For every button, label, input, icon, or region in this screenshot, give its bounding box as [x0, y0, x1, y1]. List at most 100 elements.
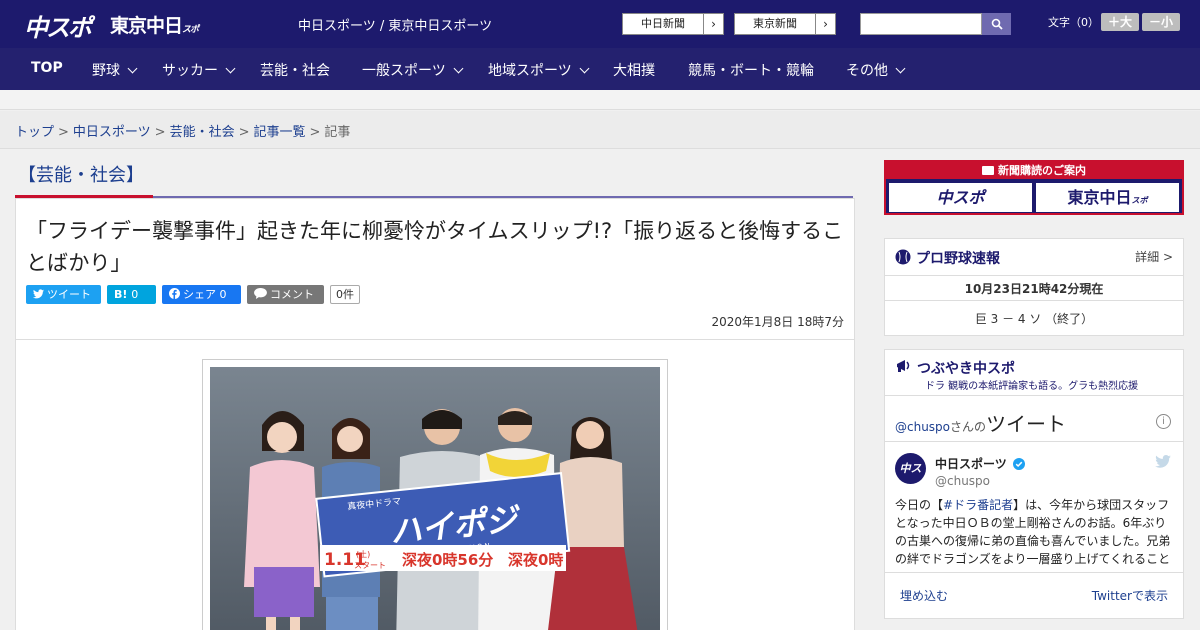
- site-header: 中スポ 東京中日スポ 中日スポーツ / 東京中日スポーツ 中日新聞 › 東京新聞…: [0, 0, 1200, 48]
- chevron-right-icon: ›: [703, 14, 723, 34]
- tweet-hashtag[interactable]: #ドラ番記者: [943, 498, 1013, 512]
- tweets-from-handle[interactable]: @chuspo: [895, 420, 950, 434]
- subscription-banner[interactable]: 新聞購読のご案内 中スポ 東京中日スポ: [884, 160, 1184, 215]
- view-on-twitter-link[interactable]: Twitterで表示: [1092, 587, 1168, 604]
- speech-bubble-icon: [254, 288, 267, 299]
- article-date: 2020年1月8日 18時7分: [711, 315, 844, 329]
- nav-general-sports-label: 一般スポーツ: [362, 63, 446, 79]
- tokyo-shimbun-label: 東京新聞: [753, 17, 797, 30]
- nav-top[interactable]: TOP: [31, 60, 63, 76]
- info-icon[interactable]: i: [1156, 414, 1171, 429]
- article-card: 「フライデー襲撃事件」起きた年に柳憂怜がタイムスリップ!?「振り返ると後悔するこ…: [15, 198, 855, 630]
- hatena-count: 0: [131, 288, 139, 301]
- font-size-label: 文字（0）: [1048, 16, 1099, 29]
- divider: [885, 300, 1183, 301]
- tsubuyaki-title: つぶやき中スポ: [917, 361, 1015, 377]
- account-name[interactable]: 中日スポーツ: [935, 455, 1025, 472]
- divider: [885, 275, 1183, 276]
- tweets-header: @chuspoさんのツイート: [895, 408, 1066, 437]
- comment-button[interactable]: コメント: [247, 285, 324, 304]
- subscription-tokyo-small: スポ: [1131, 196, 1148, 205]
- comment-count: 0件: [330, 285, 360, 304]
- nav-racing-label: 競馬・ボート・競輪: [688, 63, 814, 79]
- nav-top-label: TOP: [31, 60, 63, 76]
- subscription-banner-title: 新聞購読のご案内: [886, 162, 1182, 179]
- breadcrumb-separator: >: [238, 125, 250, 140]
- account-avatar[interactable]: 中ス: [895, 453, 926, 484]
- breadcrumb-entertainment[interactable]: 芸能・社会: [170, 125, 235, 140]
- banner-time-1: 深夜0時56分: [402, 551, 493, 569]
- baseball-detail-link[interactable]: 詳細 >: [1135, 248, 1173, 265]
- megaphone-icon: [897, 360, 910, 372]
- tokyo-shimbun-button[interactable]: 東京新聞 ›: [734, 13, 836, 35]
- category-title: 【芸能・社会】: [18, 165, 144, 186]
- search-button[interactable]: [982, 13, 1011, 35]
- hatena-label: B!: [114, 288, 128, 301]
- baseball-score-card: プロ野球速報 詳細 > 10月23日21時42分現在 巨 3 － 4 ソ （終了…: [884, 238, 1184, 336]
- search-input[interactable]: [860, 13, 982, 35]
- nav-baseball[interactable]: 野球: [92, 60, 138, 80]
- breadcrumb-bar: トップ > 中日スポーツ > 芸能・社会 > 記事一覧 > 記事: [0, 111, 1200, 149]
- hatena-bookmark-button[interactable]: B! 0: [107, 285, 156, 304]
- banner-time-2: 深夜0時: [508, 551, 563, 569]
- nav-racing[interactable]: 競馬・ボート・競輪: [688, 60, 814, 80]
- tokyo-logo-small: スポ: [182, 25, 199, 35]
- subscription-chuspo[interactable]: 中スポ: [889, 183, 1032, 212]
- subscription-tokyo-main: 東京中日: [1067, 188, 1132, 207]
- tokyo-chunichi-logo[interactable]: 東京中日スポ: [110, 11, 199, 38]
- breadcrumb: トップ > 中日スポーツ > 芸能・社会 > 記事一覧 > 記事: [15, 121, 350, 140]
- nav-regional-sports-label: 地域スポーツ: [488, 63, 572, 79]
- twitter-bird-icon: [33, 289, 44, 299]
- twitter-bird-icon[interactable]: [1155, 455, 1171, 468]
- tweet-label: ツイート: [47, 288, 91, 301]
- search-icon: [991, 18, 1003, 30]
- nav-regional-sports[interactable]: 地域スポーツ: [488, 60, 590, 80]
- divider: [885, 572, 1183, 573]
- nav-sumo-label: 大相撲: [613, 63, 655, 79]
- tsubuyaki-card: つぶやき中スポ ドラ 観戦の本紙評論家も語る。グラも熱烈応援 @chuspoさん…: [884, 349, 1184, 619]
- baseball-icon: [895, 249, 911, 265]
- chevron-down-icon: [895, 63, 906, 74]
- chunichi-shimbun-button[interactable]: 中日新聞 ›: [622, 13, 724, 35]
- chevron-down-icon: [579, 63, 590, 74]
- tweets-label: ツイート: [986, 412, 1067, 436]
- baseball-title: プロ野球速報: [916, 251, 1000, 267]
- breadcrumb-chunichi-sports[interactable]: 中日スポーツ: [73, 125, 151, 140]
- tsubuyaki-subtitle: ドラ 観戦の本紙評論家も語る。グラも熱烈応援: [925, 381, 1139, 392]
- newspaper-icon: [982, 166, 994, 175]
- nav-sumo[interactable]: 大相撲: [613, 60, 655, 80]
- nav-other[interactable]: その他: [846, 60, 906, 80]
- facebook-count: 0: [219, 288, 227, 301]
- breadcrumb-top[interactable]: トップ: [15, 125, 54, 140]
- facebook-icon: [169, 288, 180, 299]
- breadcrumb-separator: >: [309, 125, 321, 140]
- tweet-button[interactable]: ツイート: [26, 285, 101, 304]
- nav-soccer[interactable]: サッカー: [162, 60, 236, 80]
- font-size-up-button[interactable]: ＋大: [1101, 13, 1139, 31]
- comment-label: コメント: [270, 288, 314, 301]
- nav-entertainment-label: 芸能・社会: [260, 63, 330, 79]
- subscription-title-text: 新聞購読のご案内: [998, 164, 1086, 177]
- embed-link[interactable]: 埋め込む: [900, 587, 948, 604]
- subscription-tokyo-chunichi[interactable]: 東京中日スポ: [1036, 183, 1179, 212]
- account-handle[interactable]: @chuspo: [935, 474, 990, 488]
- breadcrumb-article-list[interactable]: 記事一覧: [254, 125, 306, 140]
- breadcrumb-separator: >: [58, 125, 69, 140]
- divider: [885, 395, 1183, 396]
- facebook-share-button[interactable]: シェア 0: [162, 285, 241, 304]
- ad-stripe: [0, 90, 1200, 110]
- nav-entertainment[interactable]: 芸能・社会: [260, 60, 330, 80]
- nav-general-sports[interactable]: 一般スポーツ: [362, 60, 464, 80]
- nav-baseball-label: 野球: [92, 63, 120, 79]
- baseball-score[interactable]: 巨 3 － 4 ソ （終了）: [885, 310, 1183, 327]
- font-size-down-button[interactable]: －小: [1142, 13, 1180, 31]
- divider: [885, 441, 1183, 442]
- chevron-down-icon: [225, 63, 236, 74]
- tweet-text: 今日の【#ドラ番記者】は、今年から球団スタッフとなった中日ＯＢの堂上剛裕さんのお…: [895, 496, 1175, 568]
- tokyo-logo-main: 東京中日: [110, 15, 183, 37]
- article-photo[interactable]: 真夜中ドラマ ハイポジ HIGH POSITION 1.11 (土) スタート …: [210, 367, 660, 630]
- article-headline: 「フライデー襲撃事件」起きた年に柳憂怜がタイムスリップ!?「振り返ると後悔するこ…: [26, 219, 844, 275]
- chuspo-logo[interactable]: 中スポ: [24, 8, 92, 43]
- chunichi-shimbun-label: 中日新聞: [641, 17, 685, 30]
- chevron-down-icon: [453, 63, 464, 74]
